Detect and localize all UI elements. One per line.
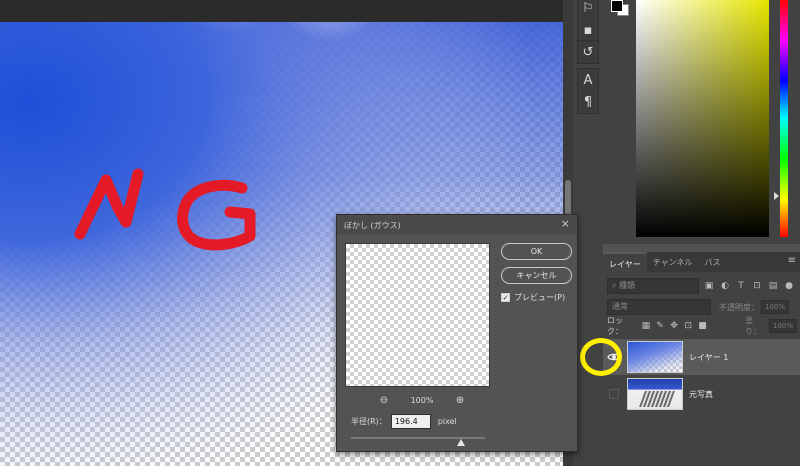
layer-name: 元写真	[689, 389, 713, 399]
pixel-filter-icon[interactable]: ▣	[703, 280, 715, 292]
tab-paths[interactable]: パス	[699, 252, 727, 272]
color-picker-field[interactable]	[636, 0, 769, 237]
radius-unit: pixel	[437, 416, 457, 426]
lock-image-icon[interactable]: ✎	[655, 321, 664, 331]
layer-thumbnail	[627, 378, 683, 410]
cancel-button[interactable]: キャンセル	[501, 267, 572, 284]
adjustment-filter-icon[interactable]: ◐	[719, 280, 731, 292]
shape-filter-icon[interactable]: ⊡	[751, 280, 763, 292]
layer-filter-label: 種類	[619, 281, 636, 290]
tab-channels[interactable]: チャンネル	[647, 252, 699, 272]
ok-button[interactable]: OK	[501, 243, 572, 260]
document-tab-bar	[0, 0, 563, 22]
opacity-field[interactable]: 100%	[761, 300, 790, 314]
dialog-title: ぼかし (ガウス)	[337, 215, 577, 235]
radius-slider-thumb[interactable]	[456, 439, 465, 446]
tool-strip-top: ⚐ ▪	[577, 0, 599, 42]
lock-position-icon[interactable]: ✥	[670, 321, 679, 331]
hue-slider[interactable]	[780, 0, 788, 237]
comment-icon[interactable]: ▪	[578, 19, 598, 41]
layer-name: レイヤー 1	[689, 352, 729, 362]
radius-input[interactable]	[390, 413, 431, 429]
preview-checkbox[interactable]: ✓	[501, 293, 510, 302]
layer-filter-select[interactable]: ⌕ 種類	[607, 278, 699, 294]
filter-toggle-icon[interactable]: ●	[783, 280, 795, 292]
tab-layers[interactable]: レイヤー	[603, 252, 647, 272]
preview-label: プレビュー(P)	[514, 293, 566, 302]
blend-mode-select[interactable]: 通常	[607, 299, 711, 315]
tool-strip-middle: ↺	[577, 40, 599, 64]
lock-label: ロック：	[607, 316, 623, 336]
radius-row: 半径(R)： pixel	[351, 413, 457, 429]
layer-row-original-photo[interactable]: 元写真	[603, 376, 800, 412]
panel-menu-icon[interactable]: ≡	[788, 255, 796, 266]
fill-label: 塗り：	[745, 316, 762, 336]
eye-highlight-circle	[580, 338, 622, 376]
zoom-in-icon[interactable]: ⊕	[453, 395, 467, 406]
lock-artboard-icon[interactable]: ⊡	[684, 321, 693, 331]
gaussian-blur-dialog: ぼかし (ガウス) × ⊖ 100% ⊕ 半径(R)： pixel OK キャン…	[336, 214, 578, 452]
visibility-toggle[interactable]	[603, 376, 625, 412]
hue-slider-marker[interactable]	[774, 192, 779, 200]
lock-transparent-icon[interactable]: ▦	[641, 321, 651, 331]
color-panel	[603, 0, 800, 244]
radius-label: 半径(R)：	[351, 416, 387, 426]
opacity-label: 不透明度：	[719, 302, 759, 312]
photoshop-window: ⚐ ▪ ↺ A ¶ レイヤー チャンネル パス ≡ ⌕ 種類 ▣ ◐ T ⊡ ▤…	[0, 0, 800, 466]
character-icon[interactable]: A	[578, 69, 598, 91]
layer-thumbnail	[627, 341, 683, 373]
layers-panel-tabs: レイヤー チャンネル パス ≡	[603, 252, 800, 272]
lock-row: ロック： ▦ ✎ ✥ ⊡ ■ 塗り： 100%	[607, 316, 798, 336]
paragraph-icon[interactable]: ¶	[578, 91, 598, 113]
tool-strip-type: A ¶	[577, 68, 599, 114]
foreground-color-swatch[interactable]	[611, 0, 623, 12]
layers-panel: レイヤー チャンネル パス ≡ ⌕ 種類 ▣ ◐ T ⊡ ▤ ● 通常 不透明度…	[603, 252, 800, 466]
type-filter-icon[interactable]: T	[735, 280, 747, 292]
history-brush-icon[interactable]: ↺	[578, 41, 598, 63]
radius-slider-track[interactable]	[351, 437, 485, 439]
zoom-controls: ⊖ 100% ⊕	[377, 393, 467, 407]
search-icon: ⌕	[612, 281, 620, 290]
dialog-preview[interactable]	[345, 243, 490, 387]
blend-row: 通常 不透明度： 100%	[607, 298, 797, 316]
lock-all-icon[interactable]: ■	[698, 321, 707, 331]
layer-filter-row: ⌕ 種類 ▣ ◐ T ⊡ ▤ ●	[607, 277, 797, 295]
hidden-visibility-box	[609, 389, 619, 399]
zoom-value: 100%	[410, 395, 434, 405]
zoom-out-icon[interactable]: ⊖	[377, 395, 391, 406]
layer-row-layer1[interactable]: レイヤー 1	[603, 339, 800, 375]
smart-object-filter-icon[interactable]: ▤	[767, 280, 779, 292]
history-icon[interactable]: ⚐	[578, 0, 598, 19]
close-icon[interactable]: ×	[561, 217, 570, 230]
preview-checkbox-row[interactable]: ✓ プレビュー(P)	[501, 292, 565, 303]
fill-field[interactable]: 100%	[769, 319, 798, 333]
